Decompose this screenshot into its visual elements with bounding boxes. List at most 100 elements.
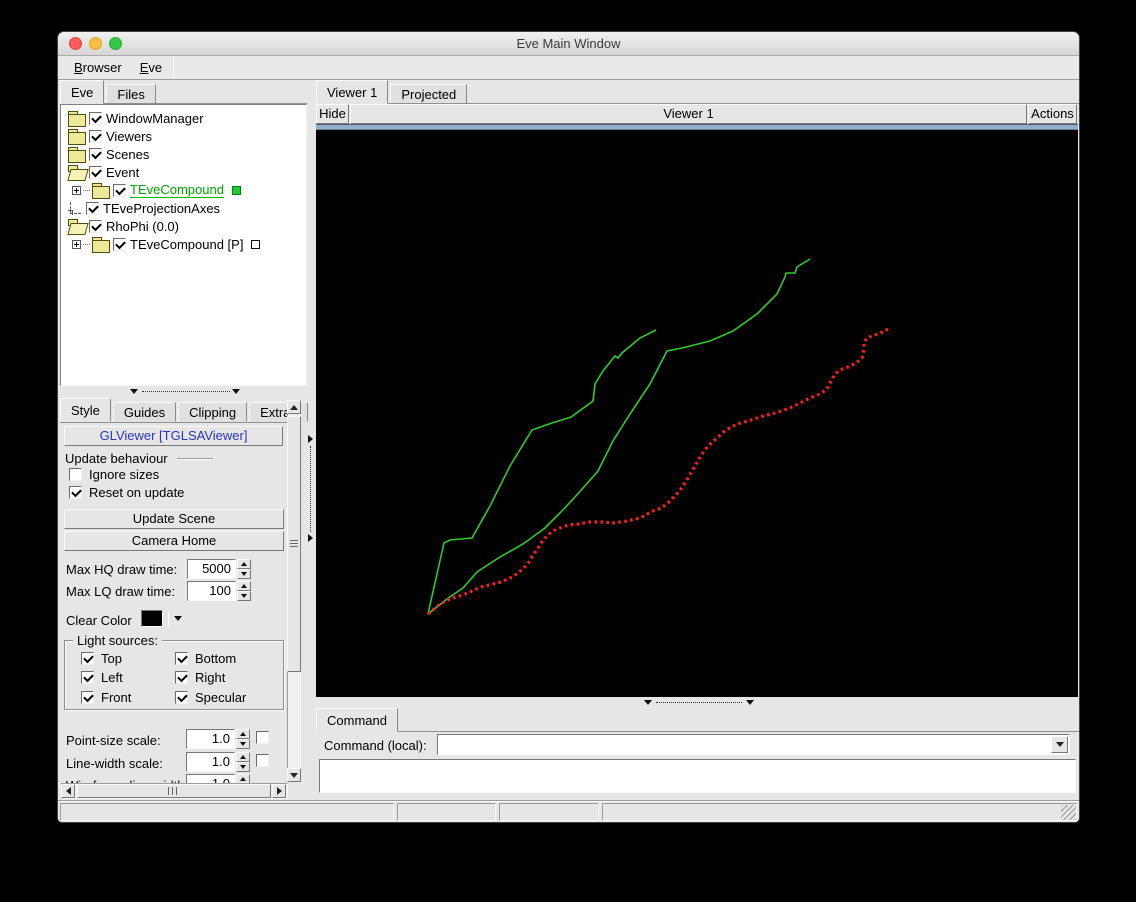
minimize-button[interactable] xyxy=(89,37,102,50)
line-width-checkbox[interactable] xyxy=(256,754,269,767)
menu-eve[interactable]: Eve xyxy=(131,56,171,79)
light-top-checkbox[interactable] xyxy=(81,652,94,665)
spin-down-icon[interactable] xyxy=(236,762,250,772)
tab-files[interactable]: Files xyxy=(106,84,156,104)
glviewer-header-button[interactable]: GLViewer [TGLSAViewer] xyxy=(64,426,283,446)
visibility-checkbox[interactable] xyxy=(89,147,102,161)
light-bottom-option[interactable]: Bottom xyxy=(175,651,236,666)
tree-item-scenes[interactable]: Scenes xyxy=(61,145,306,163)
light-right-option[interactable]: Right xyxy=(175,670,225,685)
command-output[interactable] xyxy=(319,759,1076,793)
point-size-spinner[interactable]: 1.0 xyxy=(186,729,250,749)
scrollbar-thumb[interactable] xyxy=(77,784,271,798)
green-track-a[interactable] xyxy=(427,329,657,615)
light-bottom-checkbox[interactable] xyxy=(175,652,188,665)
menu-browser[interactable]: Browser xyxy=(65,56,131,79)
visibility-checkbox[interactable] xyxy=(89,129,102,143)
splitter-arrow-icon[interactable] xyxy=(644,700,652,705)
spin-down-icon[interactable] xyxy=(236,739,250,749)
tab-projected[interactable]: Projected xyxy=(390,84,468,104)
color-dropdown-icon[interactable] xyxy=(174,616,182,621)
point-size-value[interactable]: 1.0 xyxy=(186,729,235,749)
max-lq-value[interactable]: 100 xyxy=(187,581,236,601)
red-track[interactable] xyxy=(426,327,889,616)
tab-style[interactable]: Style xyxy=(60,398,111,422)
max-lq-spinner[interactable]: 100 xyxy=(187,581,251,601)
viewer-title-bar[interactable]: Viewer 1 xyxy=(350,104,1027,124)
green-track-b[interactable] xyxy=(427,258,811,615)
tree-style-splitter[interactable] xyxy=(60,386,307,398)
tree-item-windowmanager[interactable]: WindowManager xyxy=(61,109,306,127)
splitter-arrow-icon[interactable] xyxy=(130,389,138,394)
spin-up-icon[interactable] xyxy=(237,559,251,569)
tab-viewer-1[interactable]: Viewer 1 xyxy=(316,80,389,104)
spin-up-icon[interactable] xyxy=(236,729,250,739)
viewer-command-splitter[interactable] xyxy=(316,697,1079,708)
zoom-button[interactable] xyxy=(109,37,122,50)
scroll-right-button[interactable] xyxy=(272,784,286,798)
point-size-checkbox[interactable] xyxy=(256,731,269,744)
wireframe-spinner[interactable]: 1.0 xyxy=(186,774,250,783)
tree-item-rhophi[interactable]: RhoPhi (0.0) xyxy=(61,217,306,235)
light-front-checkbox[interactable] xyxy=(81,691,94,704)
gl-viewport[interactable] xyxy=(316,124,1078,697)
panel-splitter[interactable] xyxy=(307,80,316,801)
max-hq-spinner[interactable]: 5000 xyxy=(187,559,251,579)
ignore-sizes-checkbox[interactable] xyxy=(69,468,82,481)
splitter-arrow-icon[interactable] xyxy=(308,435,313,443)
tree-item-teveprojectionaxes[interactable]: TEveProjectionAxes xyxy=(61,199,306,217)
line-width-spinner[interactable]: 1.0 xyxy=(186,752,250,772)
scroll-left-button[interactable] xyxy=(61,784,75,798)
visibility-checkbox[interactable] xyxy=(113,237,126,251)
command-combobox[interactable] xyxy=(437,734,1070,755)
tree-item-tevecompound[interactable]: TEveCompound xyxy=(61,181,306,199)
hide-button[interactable]: Hide xyxy=(316,104,349,124)
scroll-up-button[interactable] xyxy=(287,400,301,414)
scroll-down-button[interactable] xyxy=(287,768,301,782)
expand-toggle-icon[interactable] xyxy=(72,185,81,195)
visibility-checkbox[interactable] xyxy=(89,111,102,125)
reset-on-update-checkbox[interactable] xyxy=(69,486,82,499)
update-scene-button[interactable]: Update Scene xyxy=(64,509,284,529)
tab-command[interactable]: Command xyxy=(316,708,398,732)
light-right-checkbox[interactable] xyxy=(175,671,188,684)
spin-down-icon[interactable] xyxy=(237,591,251,601)
window-titlebar[interactable]: Eve Main Window xyxy=(58,32,1079,56)
light-specular-checkbox[interactable] xyxy=(175,691,188,704)
tab-guides[interactable]: Guides xyxy=(112,402,177,422)
tree-item-tevecompound-p[interactable]: TEveCompound [P] xyxy=(61,235,306,253)
visibility-checkbox[interactable] xyxy=(89,165,102,179)
splitter-arrow-icon[interactable] xyxy=(746,700,754,705)
light-left-option[interactable]: Left xyxy=(81,670,123,685)
spin-up-icon[interactable] xyxy=(236,774,250,783)
tree-item-viewers[interactable]: Viewers xyxy=(61,127,306,145)
light-front-option[interactable]: Front xyxy=(81,690,131,705)
actions-button[interactable]: Actions xyxy=(1028,104,1077,124)
expand-toggle-icon[interactable] xyxy=(72,239,81,249)
combo-dropdown-button[interactable] xyxy=(1051,736,1068,753)
clear-color-picker[interactable] xyxy=(141,610,182,627)
splitter-arrow-icon[interactable] xyxy=(232,389,240,394)
visibility-checkbox[interactable] xyxy=(89,219,102,233)
spin-up-icon[interactable] xyxy=(236,752,250,762)
scrollbar-thumb[interactable] xyxy=(287,416,301,672)
visibility-checkbox[interactable] xyxy=(86,201,99,215)
wireframe-value[interactable]: 1.0 xyxy=(186,774,235,783)
visibility-checkbox[interactable] xyxy=(113,183,126,197)
ignore-sizes-option[interactable]: Ignore sizes xyxy=(69,467,159,482)
light-specular-option[interactable]: Specular xyxy=(175,690,246,705)
command-input[interactable] xyxy=(440,736,1049,753)
tree-item-event[interactable]: Event xyxy=(61,163,306,181)
light-top-option[interactable]: Top xyxy=(81,651,122,666)
spin-up-icon[interactable] xyxy=(237,581,251,591)
close-button[interactable] xyxy=(69,37,82,50)
max-hq-value[interactable]: 5000 xyxy=(187,559,236,579)
clear-color-swatch[interactable] xyxy=(141,610,163,627)
spin-down-icon[interactable] xyxy=(237,569,251,579)
line-width-value[interactable]: 1.0 xyxy=(186,752,235,772)
light-left-checkbox[interactable] xyxy=(81,671,94,684)
camera-home-button[interactable]: Camera Home xyxy=(64,531,284,551)
tab-clipping[interactable]: Clipping xyxy=(178,402,248,422)
reset-on-update-option[interactable]: Reset on update xyxy=(69,485,184,500)
resize-grip[interactable] xyxy=(1061,805,1076,820)
